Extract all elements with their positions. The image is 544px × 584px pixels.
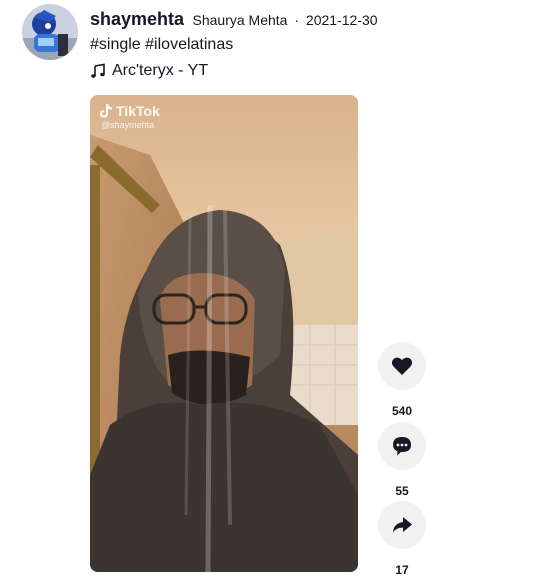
comment-action: 55: [378, 422, 426, 498]
tiktok-logo-icon: [100, 104, 112, 118]
comment-icon: [393, 437, 411, 456]
comment-button[interactable]: [378, 422, 426, 470]
share-button[interactable]: [378, 501, 426, 549]
meta-separator: ·: [294, 12, 300, 28]
like-count: 540: [391, 404, 413, 418]
post-meta: Shaurya Mehta · 2021-12-30: [193, 12, 378, 28]
display-name: Shaurya Mehta: [192, 12, 288, 28]
caption: #single #ilovelatinas: [90, 36, 233, 54]
heart-icon: [391, 357, 413, 375]
comment-count: 55: [395, 484, 409, 498]
like-button[interactable]: [378, 342, 426, 390]
tiktok-watermark: TikTok @shaymehta: [99, 103, 160, 130]
music-note-icon: [90, 63, 106, 79]
share-action: 17: [378, 501, 426, 577]
post-date: 2021-12-30: [305, 12, 378, 28]
video-frame: [90, 95, 358, 572]
hashtag-single[interactable]: #single: [90, 36, 141, 53]
share-count: 17: [395, 563, 409, 577]
like-action: 540: [378, 342, 426, 418]
watermark-logo-text: TikTok: [116, 103, 160, 119]
video-post: shaymehta Shaurya Mehta · 2021-12-30 #si…: [0, 0, 544, 584]
music-link[interactable]: Arc'teryx - YT: [90, 62, 208, 80]
username[interactable]: shaymehta: [90, 9, 184, 29]
share-icon: [393, 517, 412, 533]
hashtag-ilovelatinas[interactable]: #ilovelatinas: [145, 36, 233, 53]
avatar[interactable]: [22, 4, 78, 60]
video-player[interactable]: TikTok @shaymehta: [90, 95, 358, 572]
avatar-image: [22, 4, 78, 60]
music-title: Arc'teryx - YT: [112, 62, 209, 79]
watermark-logo: TikTok: [99, 103, 160, 119]
post-header: shaymehta Shaurya Mehta · 2021-12-30: [90, 9, 378, 30]
watermark-username: @shaymehta: [101, 120, 155, 130]
